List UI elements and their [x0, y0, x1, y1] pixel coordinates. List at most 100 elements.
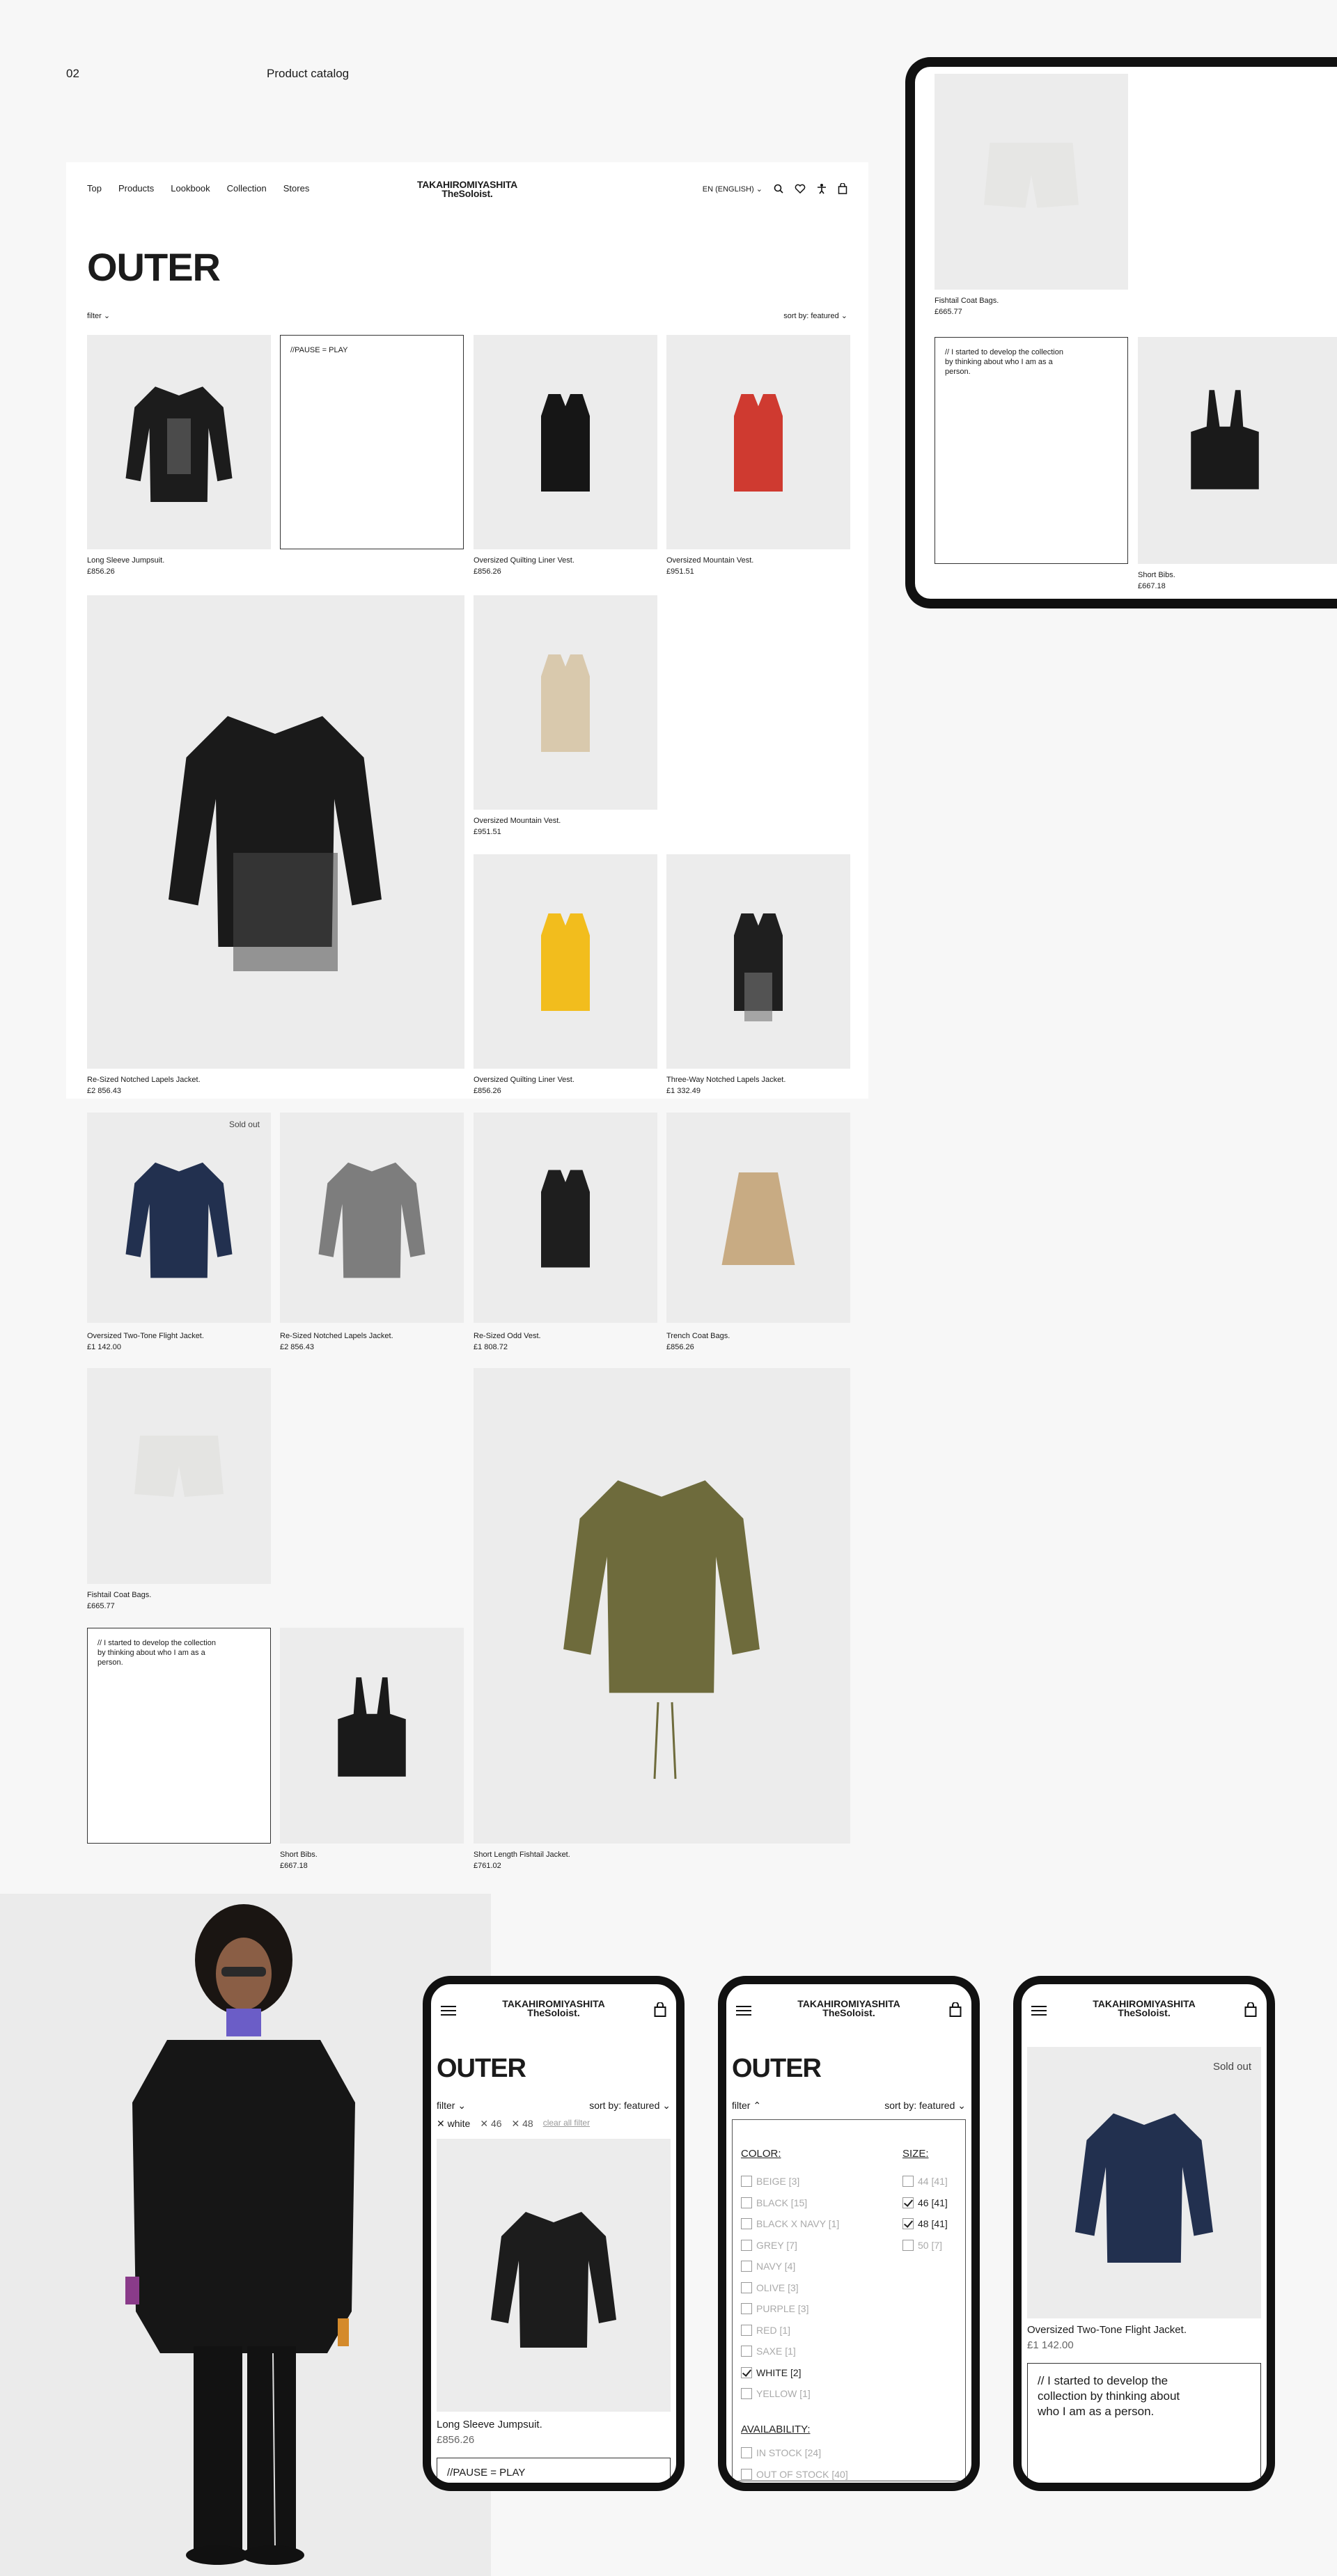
checkbox-icon[interactable]	[741, 2447, 752, 2458]
product-name: Re-Sized Notched Lapels Jacket.	[280, 1332, 393, 1340]
color-option[interactable]: BLACK X NAVY [1]	[741, 2218, 839, 2229]
checkbox-icon[interactable]	[741, 2303, 752, 2314]
search-icon[interactable]	[774, 184, 783, 194]
product-image[interactable]	[280, 1628, 464, 1844]
product-caption[interactable]: Fishtail Coat Bags. £665.77	[87, 1589, 151, 1612]
product-caption[interactable]: Trench Coat Bags. £856.26	[666, 1330, 730, 1353]
sort-dropdown[interactable]: sort by: featured ⌄	[783, 311, 847, 320]
color-option[interactable]: OLIVE [3]	[741, 2282, 799, 2293]
filter-chip[interactable]: ✕ 46	[480, 2118, 501, 2130]
heart-icon[interactable]	[795, 184, 806, 194]
product-image[interactable]	[474, 1113, 657, 1323]
color-option[interactable]: PURPLE [3]	[741, 2303, 808, 2314]
checkbox-icon[interactable]	[741, 2468, 752, 2480]
product-caption[interactable]: Short Length Fishtail Jacket. £761.02	[474, 1849, 570, 1871]
product-caption[interactable]: Short Bibs. £667.18	[1138, 570, 1175, 592]
product-caption[interactable]: Long Sleeve Jumpsuit. £856.26	[437, 2417, 542, 2448]
product-image[interactable]	[87, 595, 464, 1069]
product-caption[interactable]: Long Sleeve Jumpsuit. £856.26	[87, 555, 164, 577]
checkbox-icon[interactable]	[741, 2261, 752, 2272]
checkbox-icon[interactable]	[902, 2239, 914, 2251]
bag-icon[interactable]	[1244, 2002, 1257, 2018]
product-image[interactable]	[474, 1368, 850, 1844]
product-image[interactable]	[437, 2139, 671, 2412]
product-caption[interactable]: Oversized Two-Tone Flight Jacket. £1 142.…	[1027, 2323, 1187, 2353]
product-image[interactable]	[1138, 337, 1337, 564]
account-icon[interactable]	[817, 183, 827, 194]
lookbook-model-image	[0, 1894, 491, 2576]
size-filter-title: SIZE:	[902, 2148, 929, 2160]
sheet-title: Product catalog	[267, 67, 350, 80]
product-caption[interactable]: Oversized Mountain Vest. £951.51	[474, 815, 561, 838]
clear-all-filter-link[interactable]: clear all filter	[543, 2118, 590, 2130]
sort-label: sort by: featured	[783, 312, 839, 320]
checkbox-icon[interactable]	[902, 2218, 914, 2229]
product-image[interactable]	[666, 335, 850, 549]
checkbox-icon[interactable]	[741, 2176, 752, 2187]
product-image[interactable]	[666, 1113, 850, 1323]
product-caption[interactable]: Oversized Two-Tone Flight Jacket. £1 142.…	[87, 1330, 204, 1353]
product-image[interactable]	[935, 74, 1128, 290]
bag-icon[interactable]	[654, 2002, 666, 2018]
checkbox-icon[interactable]	[741, 2346, 752, 2357]
checkbox-icon[interactable]	[902, 2176, 914, 2187]
product-caption[interactable]: Re-Sized Notched Lapels Jacket. £2 856.43	[280, 1330, 393, 1353]
filter-chip[interactable]: ✕ 48	[512, 2118, 533, 2130]
bag-icon[interactable]	[838, 183, 847, 194]
product-price: £1 332.49	[666, 1087, 701, 1095]
color-option[interactable]: RED [1]	[741, 2324, 790, 2336]
checkbox-icon[interactable]	[902, 2197, 914, 2208]
product-image[interactable]	[474, 595, 657, 810]
brand-logo[interactable]: TAKAHIROMIYASHITA TheSoloist.	[726, 1999, 971, 2018]
filter-button[interactable]: filter ⌄	[87, 311, 110, 320]
product-image[interactable]: Sold out	[1027, 2047, 1261, 2318]
language-selector[interactable]: EN (ENGLISH) ⌄	[703, 184, 763, 194]
product-caption[interactable]: Oversized Quilting Liner Vest. £856.26	[474, 1074, 574, 1097]
checkbox-icon[interactable]	[741, 2388, 752, 2399]
color-option[interactable]: SAXE [1]	[741, 2346, 796, 2357]
checkbox-icon[interactable]	[741, 2324, 752, 2336]
product-image[interactable]: Sold out	[87, 1113, 271, 1323]
bag-icon[interactable]	[949, 2002, 962, 2018]
product-caption[interactable]: Three-Way Notched Lapels Jacket. £1 332.4…	[666, 1074, 785, 1097]
product-caption[interactable]: Fishtail Coat Bags. £665.77	[935, 295, 999, 317]
product-image[interactable]	[666, 854, 850, 1069]
size-option[interactable]: 50 [7]	[902, 2239, 942, 2251]
availability-option[interactable]: IN STOCK [24]	[741, 2447, 821, 2458]
color-option[interactable]: GREY [7]	[741, 2239, 797, 2251]
product-caption[interactable]: Short Bibs. £667.18	[280, 1849, 318, 1871]
brand-logo[interactable]: TAKAHIROMIYASHITA TheSoloist.	[1022, 1999, 1267, 2018]
checkbox-icon[interactable]	[741, 2197, 752, 2208]
product-image[interactable]	[280, 1113, 464, 1323]
size-option[interactable]: 44 [41]	[902, 2176, 948, 2187]
size-option[interactable]: 46 [41]	[902, 2197, 948, 2208]
product-image[interactable]	[474, 335, 657, 549]
availability-option[interactable]: OUT OF STOCK [40]	[741, 2468, 848, 2480]
color-option[interactable]: YELLOW [1]	[741, 2388, 811, 2399]
checkbox-icon[interactable]	[741, 2218, 752, 2229]
color-option[interactable]: NAVY [4]	[741, 2261, 795, 2272]
checkbox-icon[interactable]	[741, 2239, 752, 2251]
color-option[interactable]: BLACK [15]	[741, 2197, 807, 2208]
product-image[interactable]	[87, 1368, 271, 1584]
product-caption[interactable]: Oversized Quilting Liner Vest. £856.26	[474, 555, 574, 577]
product-caption[interactable]: Re-Sized Odd Vest. £1 808.72	[474, 1330, 541, 1353]
product-caption[interactable]: Re-Sized Notched Lapels Jacket. £2 856.43	[87, 1074, 201, 1097]
sort-dropdown[interactable]: sort by: featured ⌄	[884, 2100, 966, 2112]
color-option[interactable]: WHITE [2]	[741, 2366, 802, 2378]
color-option[interactable]: BEIGE [3]	[741, 2176, 799, 2187]
checkbox-icon[interactable]	[741, 2366, 752, 2378]
sort-dropdown[interactable]: sort by: featured ⌄	[589, 2100, 671, 2112]
editorial-quote-box: // I started to develop the collection b…	[87, 1628, 271, 1844]
product-image[interactable]	[474, 854, 657, 1069]
product-image[interactable]	[87, 335, 271, 549]
product-name: Fishtail Coat Bags.	[87, 1591, 152, 1599]
size-option[interactable]: 48 [41]	[902, 2218, 948, 2229]
editorial-pause-box: //PAUSE = PLAY	[437, 2458, 671, 2483]
product-caption[interactable]: Oversized Mountain Vest. £951.51	[666, 555, 753, 577]
filter-chip[interactable]: ✕ white	[437, 2118, 470, 2130]
brand-logo[interactable]: TAKAHIROMIYASHITA TheSoloist.	[431, 1999, 676, 2018]
checkbox-icon[interactable]	[741, 2282, 752, 2293]
filter-button[interactable]: filter ⌃	[732, 2100, 761, 2112]
filter-button[interactable]: filter ⌄	[437, 2100, 466, 2112]
